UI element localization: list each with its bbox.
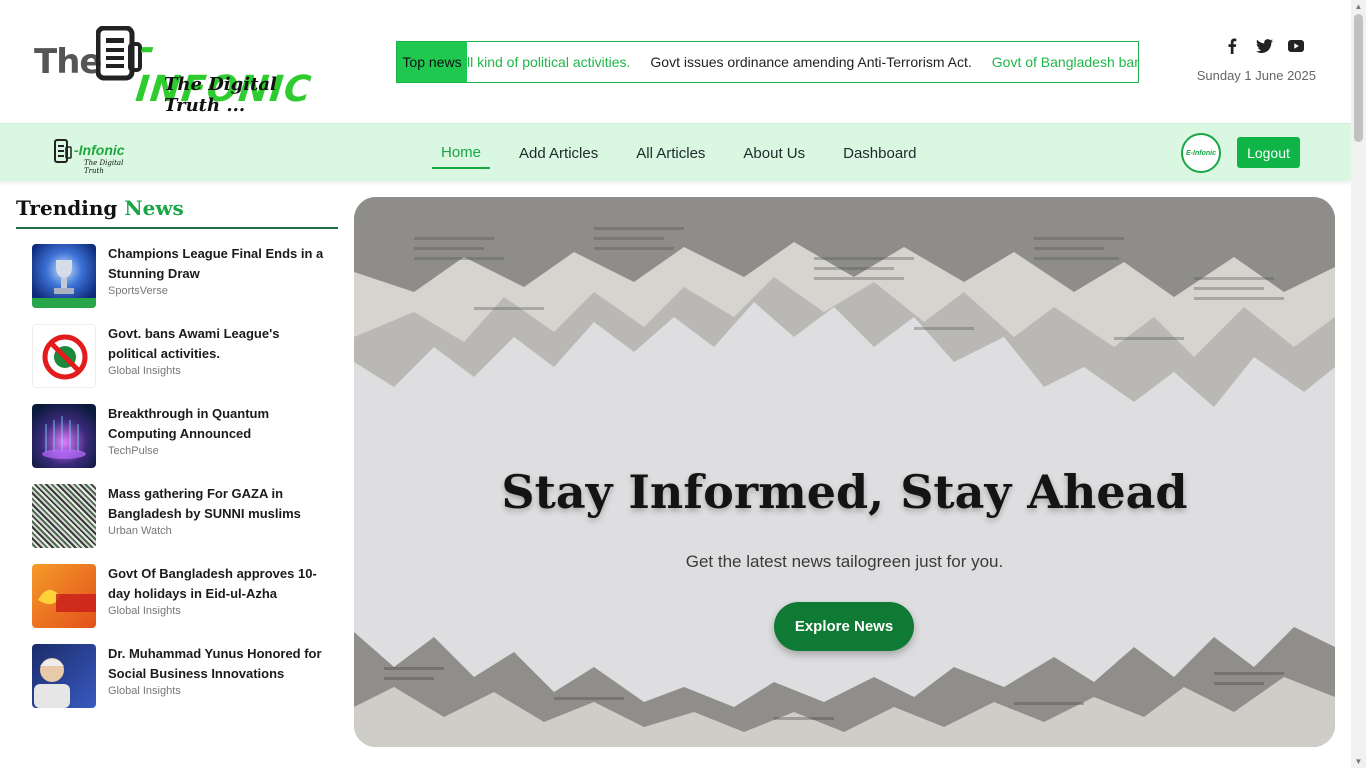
trending-item-title: Govt Of Bangladesh approves 10-day holid…: [108, 566, 317, 601]
nav-link-dashboard[interactable]: Dashboard: [834, 137, 925, 169]
ban-symbol-thumbnail: [32, 324, 96, 388]
trending-item[interactable]: Dr. Muhammad Yunus Honored for Social Bu…: [16, 644, 338, 708]
quantum-thumbnail: [32, 404, 96, 468]
ticker-item[interactable]: Govt issues ordinance amending Anti-Terr…: [650, 54, 971, 70]
nav-links: Home Add Articles All Articles About Us …: [432, 124, 946, 182]
nav-link-add-articles[interactable]: Add Articles: [510, 137, 607, 169]
trending-item-title: Dr. Muhammad Yunus Honored for Social Bu…: [108, 646, 322, 681]
trending-item-title: Mass gathering For GAZA in Bangladesh by…: [108, 486, 301, 521]
site-logo[interactable]: The -INFONIC The Digital Truth ...: [34, 22, 324, 116]
hero-banner: Stay Informed, Stay Ahead Get the latest…: [354, 197, 1335, 747]
portrait-thumbnail: [32, 644, 96, 708]
ticker-track: ll kind of political activities. Govt is…: [467, 42, 1138, 82]
trending-item-source: SportsVerse: [108, 285, 168, 297]
scroll-down-arrow-icon[interactable]: ▼: [1354, 757, 1363, 766]
eid-holiday-thumbnail: [32, 564, 96, 628]
explore-news-button[interactable]: Explore News: [774, 602, 914, 651]
user-avatar[interactable]: E-Infonic: [1181, 133, 1221, 173]
scroll-up-arrow-icon[interactable]: ▲: [1354, 2, 1363, 11]
logo-tagline: The Digital Truth ...: [164, 74, 277, 116]
nav-link-about-us[interactable]: About Us: [734, 137, 814, 169]
news-ticker[interactable]: Top news ll kind of political activities…: [396, 41, 1139, 83]
trending-item[interactable]: Govt. bans Awami League's political acti…: [16, 324, 338, 388]
avatar-text: E-Infonic: [1186, 149, 1216, 157]
trending-item[interactable]: Govt Of Bangladesh approves 10-day holid…: [16, 564, 338, 628]
trending-item[interactable]: Breakthrough in Quantum Computing Announ…: [16, 404, 338, 468]
nav-logo-tagline: The Digital Truth: [84, 159, 124, 175]
trending-title-part2: News: [124, 196, 184, 220]
nav-logo-name: -Infonic: [74, 142, 125, 158]
logo-prefix: The: [34, 42, 102, 82]
newspaper-logo-icon: [54, 139, 72, 163]
youtube-icon[interactable]: [1287, 37, 1305, 55]
hero-title: Stay Informed, Stay Ahead: [501, 465, 1188, 519]
current-date: Sunday 1 June 2025: [1196, 68, 1316, 83]
nav-link-all-articles[interactable]: All Articles: [627, 137, 714, 169]
hero-subtitle: Get the latest news tailogreen just for …: [685, 552, 1004, 571]
trending-item-source: Global Insights: [108, 605, 181, 617]
social-links: [1223, 37, 1305, 55]
ticker-item[interactable]: Govt of Bangladesh bans Awami L: [992, 54, 1138, 70]
trending-title-part1: Trending: [16, 196, 118, 220]
trophy-thumbnail: [32, 244, 96, 308]
site-header: The -INFONIC The Digital Truth ... Top n…: [0, 0, 1351, 123]
trending-news-sidebar: Trending News Champions League Final End…: [16, 196, 338, 724]
logout-button[interactable]: Logout: [1237, 137, 1300, 168]
trending-item-source: Global Insights: [108, 365, 181, 377]
ticker-item[interactable]: ll kind of political activities.: [467, 54, 630, 70]
trending-list: Champions League Final Ends in a Stunnin…: [16, 244, 338, 708]
trending-item-title: Champions League Final Ends in a Stunnin…: [108, 246, 324, 281]
trending-item-source: TechPulse: [108, 445, 159, 457]
twitter-icon[interactable]: [1255, 37, 1273, 55]
ticker-label: Top news: [397, 42, 467, 82]
trending-item-title: Breakthrough in Quantum Computing Announ…: [108, 406, 270, 441]
nav-link-home[interactable]: Home: [432, 137, 491, 169]
trending-item[interactable]: Champions League Final Ends in a Stunnin…: [16, 244, 338, 308]
facebook-icon[interactable]: [1223, 37, 1241, 55]
page-scrollbar[interactable]: ▲ ▼: [1351, 0, 1366, 768]
trending-item-source: Global Insights: [108, 685, 181, 697]
crowd-thumbnail: [32, 484, 96, 548]
trending-item-title: Govt. bans Awami League's political acti…: [108, 326, 280, 361]
nav-logo[interactable]: -Infonic The Digital Truth: [54, 137, 134, 175]
trending-item[interactable]: Mass gathering For GAZA in Bangladesh by…: [16, 484, 338, 548]
scrollbar-thumb[interactable]: [1354, 14, 1363, 142]
trending-title: Trending News: [16, 196, 338, 229]
main-navbar: -Infonic The Digital Truth Home Add Arti…: [0, 123, 1351, 181]
trending-item-source: Urban Watch: [108, 525, 172, 537]
